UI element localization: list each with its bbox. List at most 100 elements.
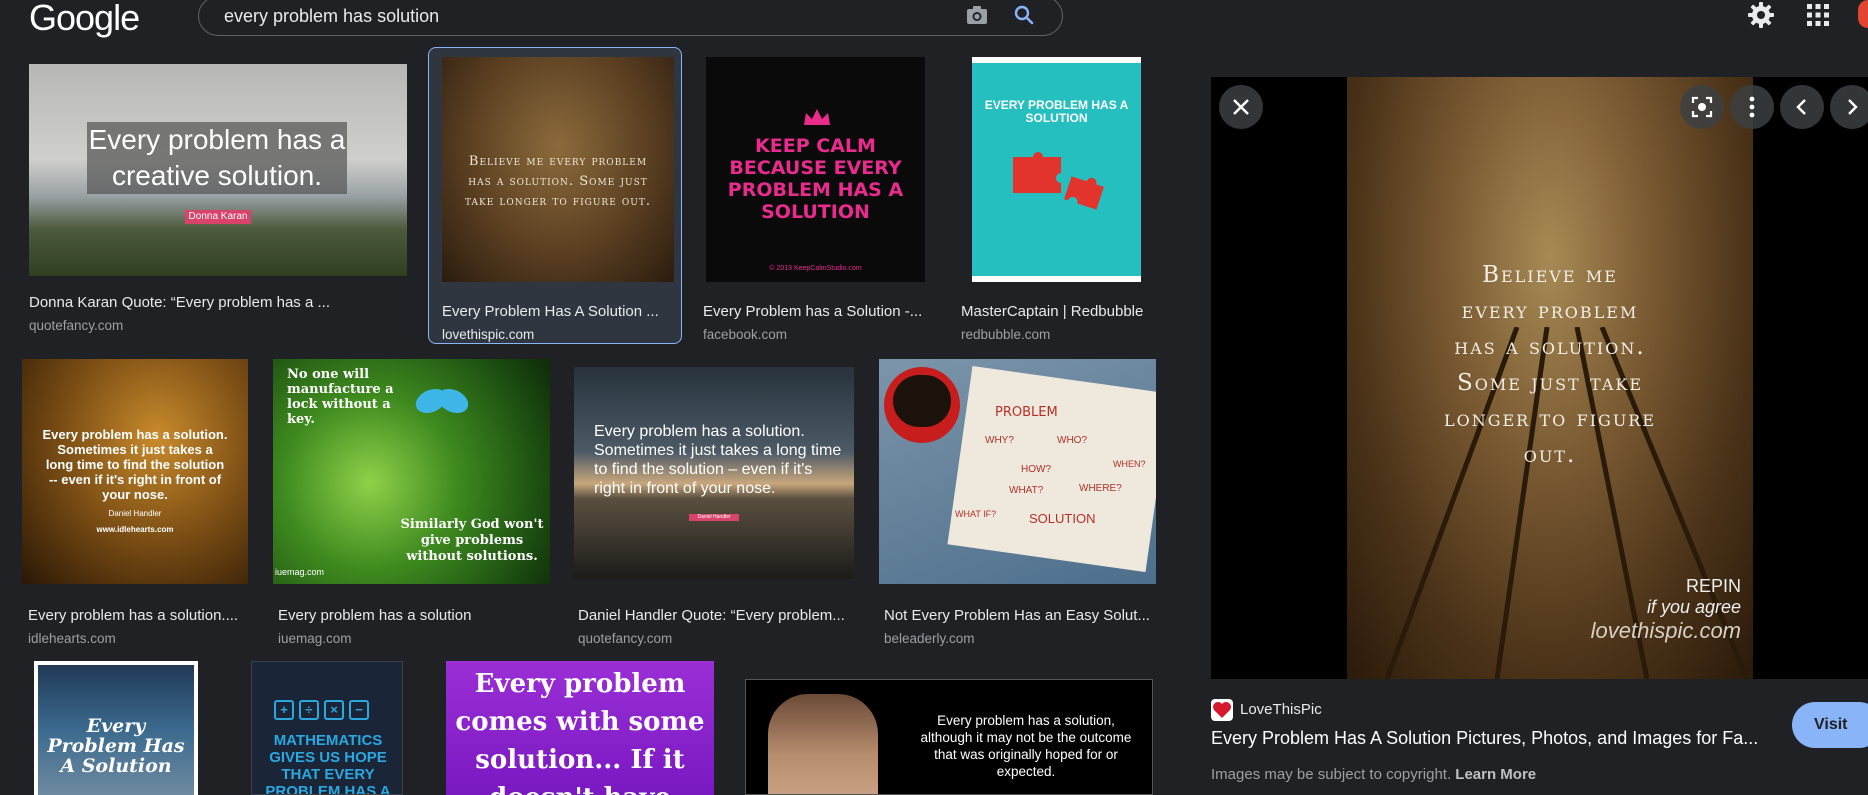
chevron-right-icon — [1848, 99, 1858, 115]
butterfly-icon — [415, 388, 469, 414]
result-image-text: Every problem has a solution. Sometimes … — [42, 427, 228, 502]
result-card[interactable]: EVERY PROBLEM HAS A SOLUTION MasterCapta… — [961, 57, 1161, 342]
result-image-word: HOW? — [1021, 464, 1051, 475]
result-image[interactable]: PROBLEM WHY? WHO? HOW? WHEN? WHAT? WHERE… — [879, 359, 1156, 584]
watermark-label: lovethispic.com — [1590, 618, 1741, 643]
search-icon[interactable] — [1011, 3, 1037, 27]
result-source[interactable]: quotefancy.com — [578, 631, 672, 646]
result-card[interactable]: + ÷ × − MATHEMATICS GIVES US HOPE THAT EVER… — [251, 661, 403, 795]
result-image[interactable]: Every problem has a solution. Sometimes … — [22, 359, 248, 584]
result-image-word: WHY? — [985, 435, 1014, 446]
result-source[interactable]: beleaderly.com — [884, 631, 975, 646]
result-image-word: SOLUTION — [1029, 511, 1096, 526]
result-image-caption: © 2013 KeepCalmStudio.com — [769, 265, 862, 272]
heart-icon — [1211, 699, 1233, 721]
result-image-site: www.idlehearts.com — [96, 525, 174, 534]
search-input[interactable]: every problem has solution — [224, 6, 439, 27]
result-title[interactable]: Every problem has a solution — [278, 607, 550, 624]
gear-icon[interactable] — [1746, 0, 1776, 30]
portrait — [768, 694, 878, 794]
preview-quote: Believe me every problem has a solution.… — [1347, 257, 1753, 473]
result-title[interactable]: Donna Karan Quote: “Every problem has a … — [29, 294, 407, 311]
result-source[interactable]: facebook.com — [703, 327, 787, 342]
close-icon — [1233, 99, 1249, 115]
copyright-text: Images may be subject to copyright. — [1211, 766, 1452, 783]
result-card[interactable]: No one will manufacture a lock without a… — [273, 359, 550, 646]
result-card[interactable]: PROBLEM WHY? WHO? HOW? WHEN? WHAT? WHERE… — [879, 359, 1159, 646]
preview-quote-line: every problem — [1461, 298, 1639, 324]
result-card[interactable]: Every problem has a solution, although i… — [745, 679, 1153, 795]
close-button[interactable] — [1219, 85, 1263, 129]
google-logo[interactable]: Google — [29, 0, 140, 36]
learn-more-link[interactable]: Learn More — [1455, 766, 1536, 783]
result-source[interactable]: lovethispic.com — [442, 327, 534, 342]
repin-label: REPIN — [1685, 576, 1741, 596]
apps-icon[interactable] — [1806, 3, 1830, 27]
result-title[interactable]: Daniel Handler Quote: “Every problem... — [578, 607, 854, 624]
result-card[interactable]: KEEP CALM BECAUSE EVERY PROBLEM HAS A SO… — [703, 57, 925, 342]
result-image[interactable]: + ÷ × − MATHEMATICS GIVES US HOPE THAT EVER… — [251, 661, 403, 795]
result-title[interactable]: Every Problem Has A Solution ... — [442, 303, 666, 320]
result-image-text-bottom: Similarly God won't give problems withou… — [400, 517, 544, 564]
result-image-text: KEEP CALM BECAUSE EVERY PROBLEM HAS A SO… — [727, 135, 904, 223]
result-image-word: WHO? — [1057, 435, 1087, 446]
result-image-text: Believe me every problem has a solution.… — [465, 154, 651, 209]
result-source[interactable]: quotefancy.com — [29, 318, 123, 333]
result-image-word: WHEN? — [1113, 459, 1146, 469]
mug — [884, 367, 960, 443]
next-button[interactable] — [1830, 85, 1868, 129]
more-button[interactable] — [1730, 85, 1774, 129]
result-image[interactable]: Every problem has a solution, although i… — [745, 679, 1153, 795]
math-symbols: + ÷ × − — [274, 700, 382, 720]
result-title[interactable]: MasterCaptain | Redbubble — [961, 303, 1161, 320]
result-source[interactable]: iuemag.com — [278, 631, 352, 646]
search-box[interactable]: every problem has solution — [198, 0, 1063, 36]
result-image-text: EVERY PROBLEM HAS A SOLUTION — [984, 98, 1129, 125]
napkin — [947, 365, 1156, 573]
result-image[interactable]: Every Problem Has A Solution — [34, 661, 198, 795]
result-image[interactable]: Every problem comes with some solution..… — [446, 661, 714, 795]
result-card[interactable]: Every Problem Has A Solution — [34, 661, 198, 795]
visit-button[interactable]: Visit — [1792, 702, 1868, 748]
result-image-text: Every problem comes with some solution..… — [455, 669, 705, 795]
results-grid: Every problem has a creative solution. D… — [0, 47, 1181, 795]
result-title[interactable]: Every problem has a solution.... — [28, 607, 250, 624]
result-image-text: Every Problem Has A Solution — [47, 715, 185, 777]
result-image-caption: Donna Karan — [185, 210, 251, 224]
result-title[interactable]: Not Every Problem Has an Easy Solut... — [884, 607, 1159, 624]
result-card[interactable]: Every problem comes with some solution..… — [446, 661, 714, 795]
camera-icon[interactable] — [964, 3, 990, 27]
preview-source-name[interactable]: LoveThisPic — [1240, 701, 1322, 718]
result-source[interactable]: idlehearts.com — [28, 631, 116, 646]
puzzle-icon — [1013, 152, 1104, 210]
result-title[interactable]: Every Problem has a Solution -... — [703, 303, 925, 320]
preview-panel: Believe me every problem has a solution.… — [1182, 47, 1868, 795]
crown-icon — [802, 107, 832, 129]
result-card[interactable]: Every problem has a solution. Sometimes … — [574, 367, 854, 646]
preview-image[interactable]: Believe me every problem has a solution.… — [1347, 77, 1753, 679]
result-image[interactable]: Every problem has a creative solution. D… — [29, 64, 407, 276]
lens-button[interactable] — [1680, 85, 1724, 129]
result-source[interactable]: redbubble.com — [961, 327, 1050, 342]
result-card[interactable]: Every problem has a creative solution. D… — [29, 64, 407, 344]
result-image[interactable]: Believe me every problem has a solution.… — [442, 57, 674, 282]
result-image-word: WHAT? — [1009, 485, 1044, 496]
result-image-text: MATHEMATICS GIVES US HOPE THAT EVERY PRO… — [265, 732, 391, 795]
result-image-caption: Daniel Handler — [108, 509, 162, 518]
result-image[interactable]: No one will manufacture a lock without a… — [273, 359, 550, 584]
top-bar: Google every problem has solution — [0, 0, 1868, 47]
previous-button[interactable] — [1780, 85, 1824, 129]
result-card[interactable]: Believe me every problem has a solution.… — [442, 57, 674, 342]
result-image[interactable]: KEEP CALM BECAUSE EVERY PROBLEM HAS A SO… — [706, 57, 925, 282]
result-image-word: WHERE? — [1079, 483, 1122, 494]
avatar[interactable] — [1858, 0, 1868, 28]
preview-title[interactable]: Every Problem Has A Solution Pictures, P… — [1211, 728, 1773, 749]
result-image-text-top: No one will manufacture a lock without a… — [287, 367, 394, 427]
chevron-left-icon — [1796, 99, 1806, 115]
result-image-site: iuemag.com — [275, 567, 325, 577]
result-image[interactable]: EVERY PROBLEM HAS A SOLUTION — [972, 57, 1141, 282]
result-image-word: PROBLEM — [995, 405, 1058, 420]
result-image[interactable]: Every problem has a solution. Sometimes … — [574, 367, 854, 579]
preview-quote-line: out. — [1523, 442, 1577, 468]
result-card[interactable]: Every problem has a solution. Sometimes … — [22, 359, 250, 646]
